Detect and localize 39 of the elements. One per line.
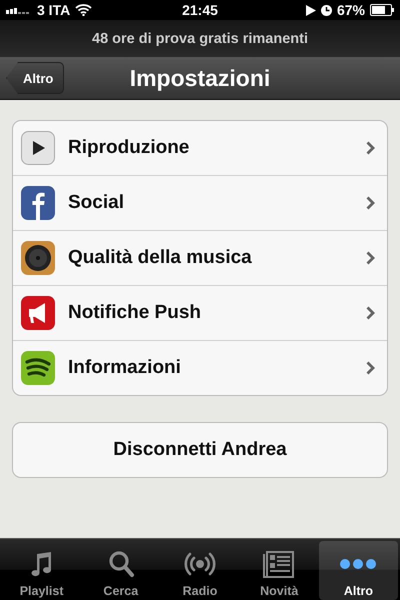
settings-row[interactable]: Informazioni [13, 340, 387, 395]
chevron-icon [366, 306, 375, 320]
tab-label: Altro [344, 584, 373, 598]
speaker-icon [21, 241, 55, 275]
more-icon [338, 557, 378, 571]
logout-button[interactable]: Disconnetti Andrea [12, 422, 388, 478]
tab-item[interactable]: Cerca [81, 541, 160, 600]
chevron-icon [366, 196, 375, 210]
carrier-name: 3 ITA [37, 2, 70, 18]
newspaper-icon [262, 549, 296, 579]
signal-icon [6, 6, 32, 14]
trial-notice: 48 ore di prova gratis rimanenti [92, 30, 308, 46]
wifi-icon [75, 4, 92, 16]
tab-label: Radio [182, 584, 218, 598]
settings-row[interactable]: Qualità della musica [13, 230, 387, 285]
battery-icon [370, 4, 394, 16]
chevron-icon [366, 251, 375, 265]
play-icon [306, 4, 316, 16]
tab-item[interactable]: Novità [240, 541, 319, 600]
settings-row[interactable]: Riproduzione [13, 121, 387, 175]
settings-row[interactable]: Social [13, 175, 387, 230]
chevron-icon [366, 141, 375, 155]
play-icon [21, 131, 55, 165]
clock-time: 21:45 [182, 2, 218, 18]
back-button[interactable]: Altro [6, 62, 64, 94]
tab-item[interactable]: Altro [318, 541, 398, 600]
waves-icon [21, 351, 55, 385]
chevron-icon [366, 361, 375, 375]
page-title: Impostazioni [130, 64, 270, 92]
settings-row[interactable]: Notifiche Push [13, 285, 387, 340]
tab-item[interactable]: Playlist [2, 541, 82, 600]
battery-percent: 67% [336, 2, 365, 18]
megaphone-icon [21, 296, 55, 330]
tab-label: Novità [260, 584, 298, 598]
clock-icon [320, 4, 332, 16]
tab-label: Playlist [20, 584, 64, 598]
tab-item[interactable]: Radio [160, 541, 240, 600]
tab-label: Cerca [103, 584, 138, 598]
facebook-icon [21, 186, 55, 220]
